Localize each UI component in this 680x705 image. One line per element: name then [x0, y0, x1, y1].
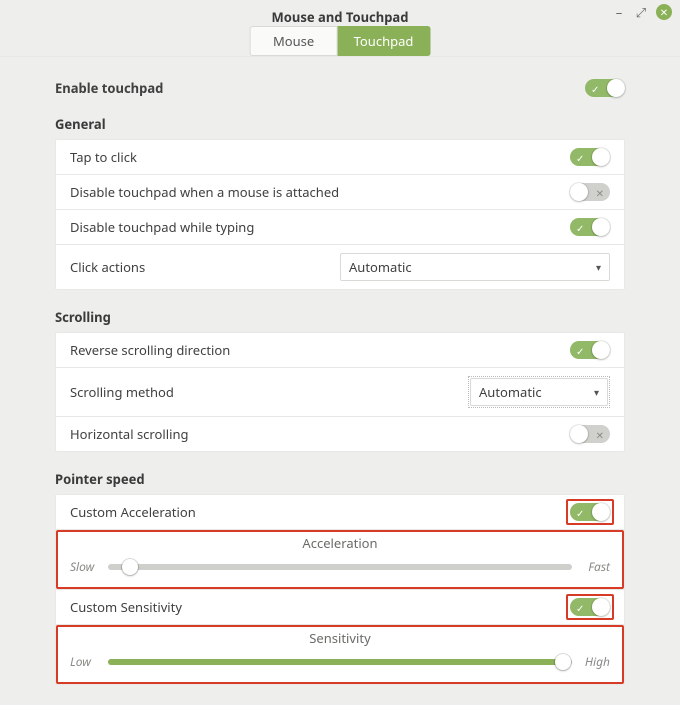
sensitivity-slider-title: Sensitivity: [70, 629, 610, 647]
acceleration-slider[interactable]: [108, 564, 572, 570]
custom-sensitivity-label: Custom Sensitivity: [70, 598, 182, 616]
enable-touchpad-row: Enable touchpad ✓: [55, 79, 625, 97]
enable-touchpad-label: Enable touchpad: [55, 79, 163, 97]
horizontal-scrolling-row: Horizontal scrolling ✕: [56, 416, 624, 451]
custom-acceleration-toggle[interactable]: ✓: [570, 503, 610, 521]
scrolling-method-value: Automatic: [479, 383, 542, 401]
disable-on-mouse-label: Disable touchpad when a mouse is attache…: [70, 183, 339, 201]
sensitivity-slider-block: Sensitivity Low High: [56, 624, 624, 684]
content: Enable touchpad ✓ General Tap to click ✓…: [0, 57, 680, 705]
custom-sensitivity-row: Custom Sensitivity ✓: [56, 589, 624, 624]
scrolling-method-row: Scrolling method Automatic ▾: [56, 367, 624, 416]
section-title-scrolling: Scrolling: [55, 308, 625, 326]
acceleration-high-label: Fast: [582, 558, 610, 575]
enable-touchpad-toggle[interactable]: ✓: [585, 79, 625, 97]
tab-touchpad[interactable]: Touchpad: [338, 26, 431, 56]
pointer-box: Custom Acceleration ✓ Acceleration Slow …: [55, 494, 625, 685]
click-actions-label: Click actions: [70, 258, 145, 276]
disable-while-typing-toggle[interactable]: ✓: [570, 218, 610, 236]
sensitivity-high-label: High: [582, 653, 610, 670]
section-title-pointer: Pointer speed: [55, 470, 625, 488]
tab-mouse[interactable]: Mouse: [250, 26, 338, 56]
x-icon: ✕: [596, 186, 604, 200]
close-icon[interactable]: ✕: [656, 4, 672, 20]
check-icon: ✓: [591, 82, 599, 96]
disable-on-mouse-row: Disable touchpad when a mouse is attache…: [56, 174, 624, 209]
tap-to-click-row: Tap to click ✓: [56, 140, 624, 174]
tap-to-click-toggle[interactable]: ✓: [570, 148, 610, 166]
custom-sensitivity-toggle[interactable]: ✓: [570, 598, 610, 616]
tap-to-click-label: Tap to click: [70, 148, 137, 166]
reverse-scrolling-label: Reverse scrolling direction: [70, 341, 230, 359]
scrolling-method-label: Scrolling method: [70, 383, 174, 401]
click-actions-value: Automatic: [349, 258, 412, 276]
scrolling-method-select[interactable]: Automatic ▾: [470, 378, 608, 406]
minimize-icon[interactable]: –: [612, 5, 626, 19]
x-icon: ✕: [596, 428, 604, 442]
disable-on-mouse-toggle[interactable]: ✕: [570, 183, 610, 201]
click-actions-row: Click actions Automatic ▾: [56, 244, 624, 289]
acceleration-slider-title: Acceleration: [70, 534, 610, 552]
check-icon: ✓: [576, 601, 584, 615]
maximize-icon[interactable]: ⤢: [634, 5, 648, 19]
sensitivity-slider[interactable]: [108, 659, 572, 665]
custom-acceleration-label: Custom Acceleration: [70, 503, 196, 521]
check-icon: ✓: [576, 506, 584, 520]
scrolling-box: Reverse scrolling direction ✓ Scrolling …: [55, 332, 625, 452]
check-icon: ✓: [576, 151, 584, 165]
click-actions-select[interactable]: Automatic ▾: [340, 253, 610, 281]
horizontal-scrolling-toggle[interactable]: ✕: [570, 425, 610, 443]
chevron-down-icon: ▾: [594, 385, 599, 399]
disable-while-typing-label: Disable touchpad while typing: [70, 218, 254, 236]
check-icon: ✓: [576, 221, 584, 235]
reverse-scrolling-row: Reverse scrolling direction ✓: [56, 333, 624, 367]
horizontal-scrolling-label: Horizontal scrolling: [70, 425, 188, 443]
custom-acceleration-row: Custom Acceleration ✓: [56, 495, 624, 529]
reverse-scrolling-toggle[interactable]: ✓: [570, 341, 610, 359]
general-box: Tap to click ✓ Disable touchpad when a m…: [55, 139, 625, 290]
sensitivity-low-label: Low: [70, 653, 98, 670]
check-icon: ✓: [576, 344, 584, 358]
chevron-down-icon: ▾: [596, 260, 601, 274]
window-title: Mouse and Touchpad: [8, 6, 672, 26]
titlebar: Mouse and Touchpad – ⤢ ✕ Mouse Touchpad: [0, 0, 680, 50]
acceleration-low-label: Slow: [70, 558, 98, 575]
settings-window: Mouse and Touchpad – ⤢ ✕ Mouse Touchpad …: [0, 0, 680, 705]
section-title-general: General: [55, 115, 625, 133]
disable-while-typing-row: Disable touchpad while typing ✓: [56, 209, 624, 244]
acceleration-slider-block: Acceleration Slow Fast: [56, 529, 624, 589]
tabstrip: Mouse Touchpad: [250, 26, 431, 56]
window-controls: – ⤢ ✕: [612, 4, 672, 20]
